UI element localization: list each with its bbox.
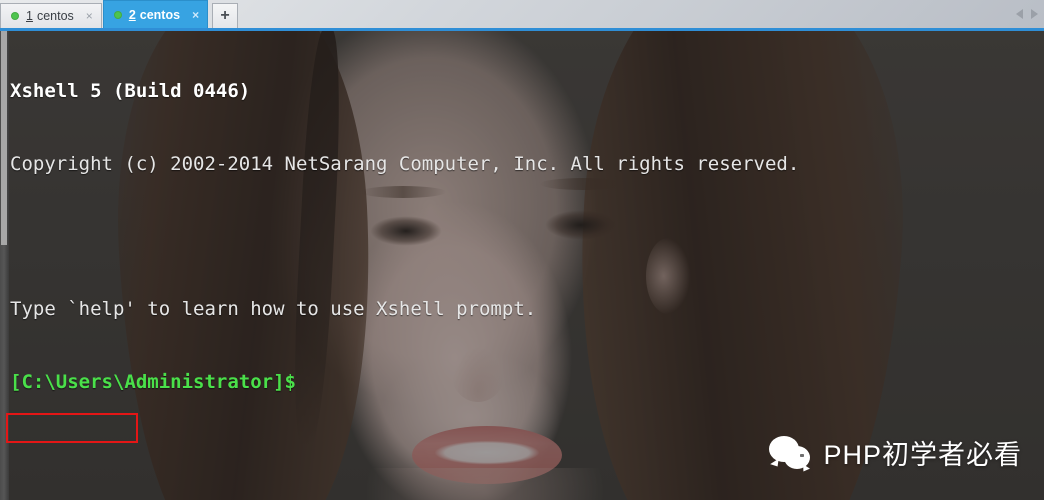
tab-bar: 1 centos × 2 centos × +	[0, 0, 1044, 28]
scroll-tabs-left-icon[interactable]	[1016, 9, 1023, 19]
terminal-text: Xshell 5 (Build 0446)	[10, 80, 251, 103]
terminal-line: Xshell 5 (Build 0446)	[10, 79, 1044, 103]
scroll-tabs-right-icon[interactable]	[1031, 9, 1038, 19]
tab-scroll-controls	[1016, 0, 1038, 28]
tab-label: centos	[139, 7, 181, 22]
watermark: PHP初学者必看	[769, 433, 1022, 474]
terminal-line: Type `help' to learn how to use Xshell p…	[10, 297, 1044, 321]
close-icon[interactable]: ×	[192, 9, 199, 21]
terminal-text: Copyright (c) 2002-2014 NetSarang Comput…	[10, 153, 800, 175]
xshell-window: 1 centos × 2 centos × + Xshell 5 (Build …	[0, 0, 1044, 500]
terminal-output: Xshell 5 (Build 0446) Copyright (c) 2002…	[10, 31, 1044, 500]
terminal-line: Copyright (c) 2002-2014 NetSarang Comput…	[10, 152, 1044, 176]
connection-status-dot-icon	[113, 10, 122, 19]
terminal-top-accent-line	[0, 28, 1044, 31]
connection-status-dot-icon	[11, 12, 19, 20]
terminal-text: Type `help' to learn how to use Xshell p…	[10, 298, 537, 321]
tab-list: 1 centos × 2 centos × +	[0, 0, 239, 28]
tab-1-centos[interactable]: 1 centos ×	[0, 3, 102, 28]
close-icon[interactable]: ×	[86, 10, 93, 22]
watermark-text: PHP初学者必看	[823, 440, 1022, 470]
terminal-scrollbar[interactable]	[0, 31, 9, 500]
tab-number: 1	[26, 9, 33, 23]
local-shell-prompt: [C:\Users\Administrator]$	[10, 370, 296, 393]
tab-number: 2	[128, 7, 136, 22]
new-tab-button[interactable]: +	[212, 3, 239, 28]
terminal-scrollbar-thumb[interactable]	[1, 31, 7, 245]
tab-label: centos	[36, 9, 74, 23]
tab-2-centos[interactable]: 2 centos ×	[102, 0, 209, 28]
wechat-icon	[769, 435, 813, 474]
terminal-pane[interactable]: Xshell 5 (Build 0446) Copyright (c) 2002…	[0, 28, 1044, 500]
terminal-line: [C:\Users\Administrator]$	[10, 370, 1044, 394]
